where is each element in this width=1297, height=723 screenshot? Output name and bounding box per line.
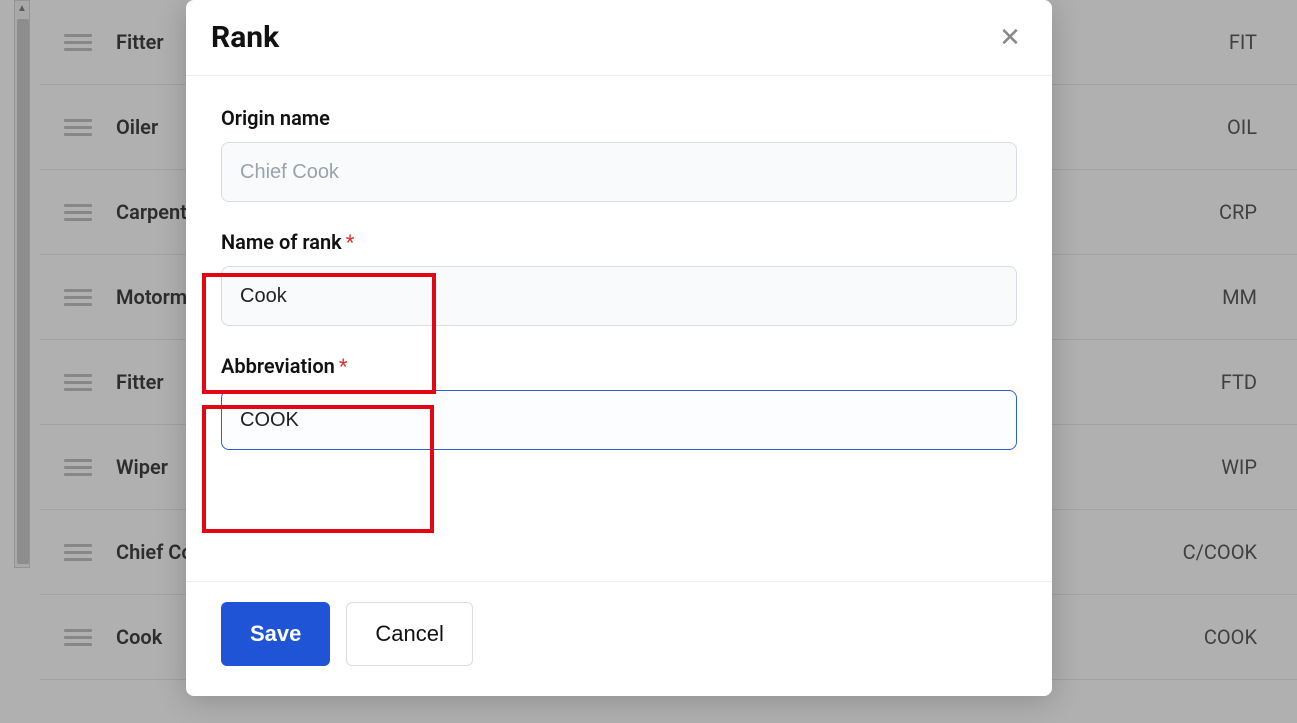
modal-title: Rank xyxy=(211,20,279,55)
name-of-rank-field[interactable] xyxy=(221,266,1017,326)
cancel-button[interactable]: Cancel xyxy=(346,602,472,666)
modal-header: Rank ✕ xyxy=(186,0,1052,76)
label-text: Name of rank xyxy=(221,230,342,254)
save-button[interactable]: Save xyxy=(221,602,330,666)
origin-name-field[interactable] xyxy=(221,142,1017,202)
origin-name-group: Origin name xyxy=(221,106,1017,202)
modal-body: Origin name Name of rank* Abbreviation* xyxy=(186,76,1052,581)
rank-modal: Rank ✕ Origin name Name of rank* Abbrevi… xyxy=(186,0,1052,696)
name-of-rank-label: Name of rank* xyxy=(221,230,1017,254)
required-asterisk-icon: * xyxy=(346,230,355,254)
origin-name-label: Origin name xyxy=(221,106,1017,130)
modal-footer: Save Cancel xyxy=(186,581,1052,696)
abbreviation-group: Abbreviation* xyxy=(221,354,1017,450)
abbreviation-label: Abbreviation* xyxy=(221,354,1017,378)
required-asterisk-icon: * xyxy=(339,354,348,378)
label-text: Abbreviation xyxy=(221,354,335,378)
abbreviation-field[interactable] xyxy=(221,390,1017,450)
close-icon[interactable]: ✕ xyxy=(998,26,1022,50)
name-of-rank-group: Name of rank* xyxy=(221,230,1017,326)
